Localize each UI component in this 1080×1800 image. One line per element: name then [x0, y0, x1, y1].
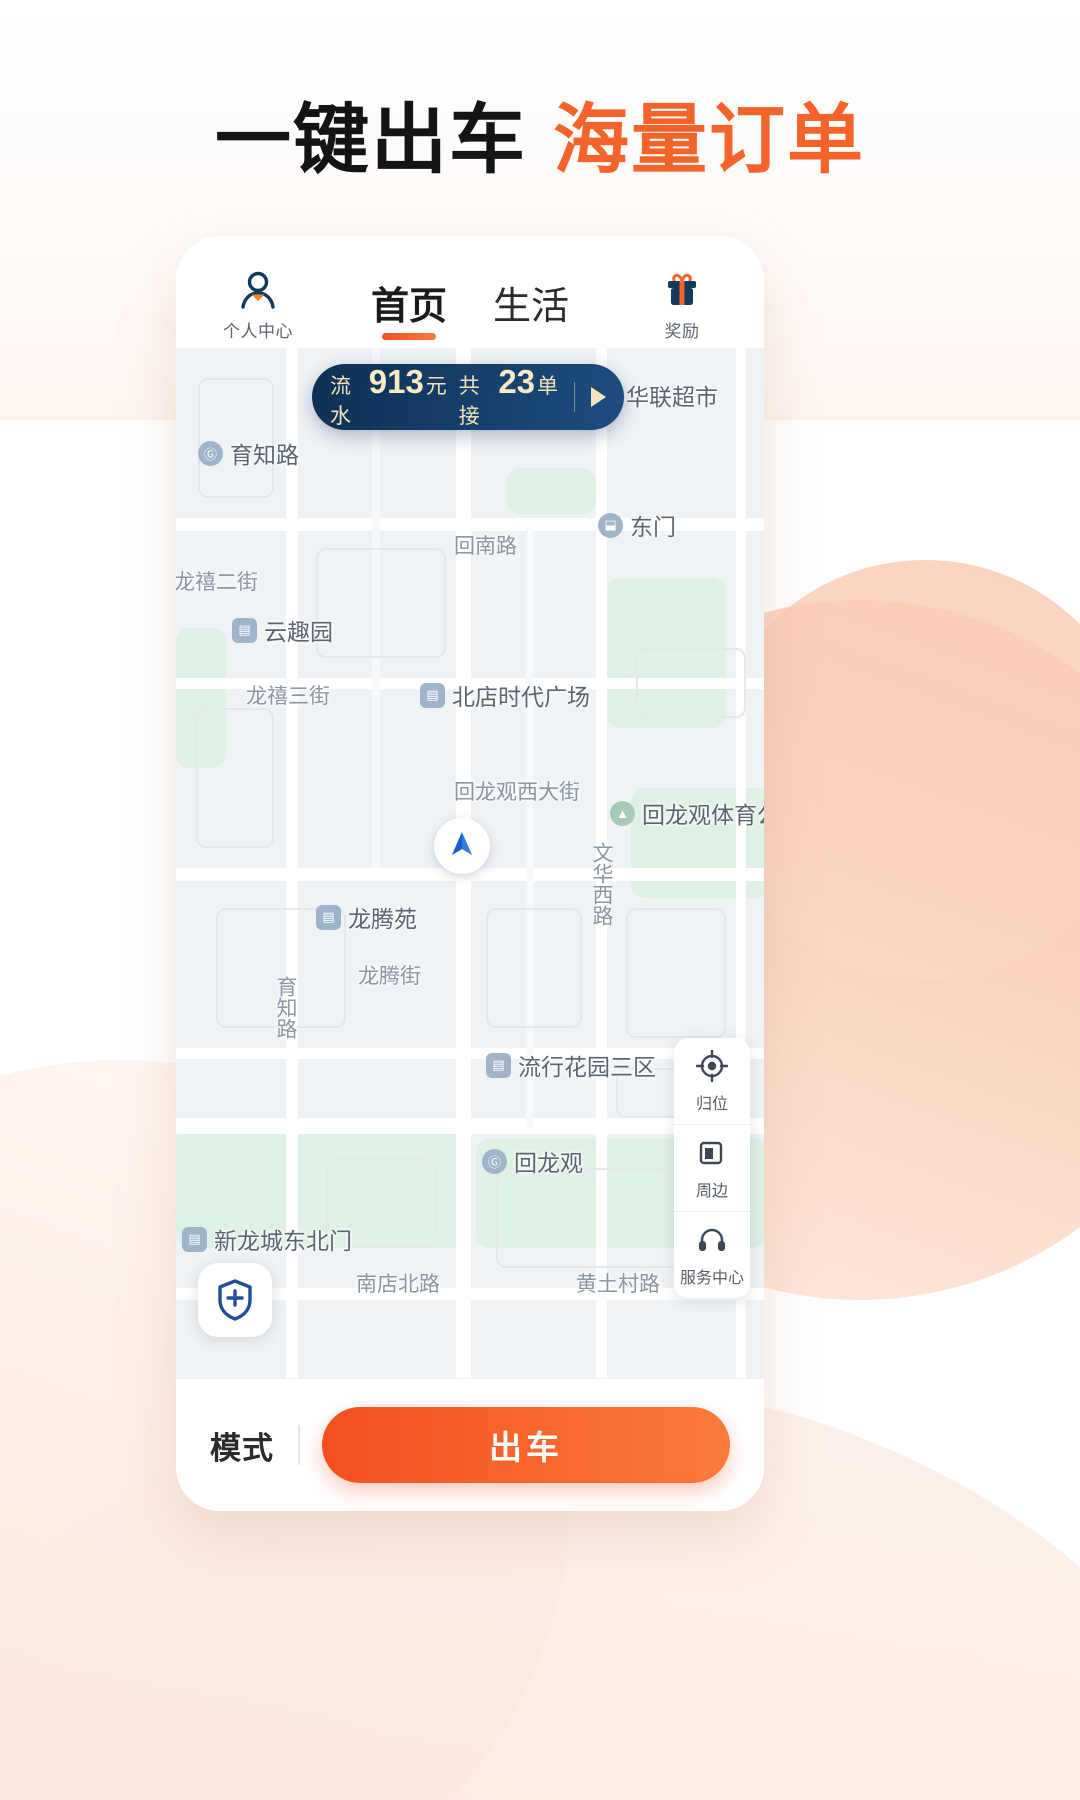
building-icon: ▤	[486, 1052, 511, 1078]
revenue-unit: 元	[425, 374, 447, 398]
poi-label: 新龙城东北门	[214, 1228, 352, 1254]
earnings-banner[interactable]: 流水 913 元 共接 23 单	[312, 364, 624, 430]
orders-label: 共接	[458, 374, 480, 428]
poi-label: 东门	[630, 514, 676, 540]
bottom-divider	[298, 1425, 300, 1465]
poi-yuzhilu[interactable]: Ⓖ 育知路	[198, 436, 299, 470]
park-icon: ▲	[610, 800, 635, 826]
roadname-huinanlu: 回南路	[454, 535, 517, 558]
roadname-yuzhilu-vert: 育知路	[274, 976, 297, 1039]
poi-sportspark[interactable]: ▲ 回龙观体育公	[610, 796, 764, 830]
map-view[interactable]: 流水 913元 共接 23单 ▤ 华联超市 Ⓖ 育知路 ⬓ 东门 ▤ 云趣园 ▤ 北…	[176, 348, 764, 1379]
poi-label: 龙腾苑	[348, 906, 417, 932]
control-nearby-label: 周边	[695, 1183, 728, 1200]
tab-life[interactable]: 生活	[493, 288, 569, 340]
nav-tabs: 首页 生活	[371, 288, 569, 342]
control-service[interactable]: 服务中心	[674, 1211, 750, 1298]
headset-icon	[699, 1228, 725, 1251]
poi-label: 云趣园	[264, 619, 333, 645]
roadname-nandianbei: 南店北路	[356, 1273, 440, 1296]
poi-label: 流行花园三区	[518, 1054, 656, 1080]
mode-button[interactable]: 模式	[210, 1423, 274, 1468]
roadname-wenhuaxi: 文华西路	[590, 842, 613, 926]
headline-primary: 一键出车	[215, 98, 527, 183]
poi-label: 华联超市	[626, 384, 718, 410]
building-icon: ▤	[182, 1226, 207, 1252]
page-title: 一键出车 海量订单	[0, 78, 1080, 188]
locate-icon	[695, 1049, 729, 1083]
poi-label: 回龙观	[514, 1150, 583, 1176]
roadname-longxi2: 龙禧二街	[176, 571, 258, 594]
poi-yunquyuan[interactable]: ▤ 云趣园	[232, 613, 333, 647]
orders-unit: 单	[537, 374, 559, 398]
tab-home[interactable]: 首页	[371, 288, 447, 340]
nav-profile-label: 个人中心	[223, 322, 293, 341]
poi-liuxing[interactable]: ▤ 流行花园三区	[486, 1048, 656, 1082]
orders-value: 23	[498, 362, 536, 400]
phone-mockup: 个人中心 首页 生活 奖励 流水 913 元 共接 23 单 华联超市 Ⓖ 育知…	[176, 236, 764, 1511]
revenue-segment: 流水 913 元	[330, 365, 447, 430]
app-navbar: 个人中心 首页 生活 奖励	[176, 236, 764, 348]
nav-reward[interactable]: 奖励	[626, 271, 738, 342]
poi-xinlongcheng[interactable]: ▤ 新龙城东北门	[182, 1222, 352, 1256]
roadname-longtengjie: 龙腾街	[358, 965, 421, 988]
roadname-longxi3: 龙禧三街	[246, 685, 330, 708]
headline-accent: 海量订单	[553, 98, 865, 183]
poi-label: 北店时代广场	[452, 684, 590, 710]
safety-button[interactable]	[198, 1263, 272, 1337]
subway-icon: Ⓖ	[482, 1148, 507, 1174]
start-driving-button[interactable]: 出车	[322, 1407, 730, 1483]
poi-label: 育知路	[230, 442, 299, 468]
navigation-arrow-icon	[447, 829, 477, 864]
shield-plus-icon	[218, 1279, 252, 1321]
roadname-huangtucun: 黄土村路	[576, 1273, 660, 1296]
orders-segment: 共接 23 单	[459, 365, 558, 430]
banner-divider	[574, 382, 575, 412]
map-controls: 归位 周边 服务中心	[674, 1038, 750, 1298]
control-recenter-label: 归位	[695, 1096, 728, 1113]
gate-icon: ⬓	[598, 512, 623, 538]
poi-longtengyuan[interactable]: ▤ 龙腾苑	[316, 900, 417, 934]
gift-icon	[626, 271, 738, 314]
roadname-huilongguanxi: 回龙观西大街	[454, 781, 580, 804]
control-nearby[interactable]: 周边	[674, 1124, 750, 1211]
building-icon: ▤	[420, 682, 445, 708]
poi-huilongguan[interactable]: Ⓖ 回龙观	[482, 1144, 583, 1178]
bottom-action-bar: 模式 出车	[176, 1379, 764, 1511]
building-icon: ▤	[316, 904, 341, 930]
user-location-puck	[434, 818, 490, 874]
revenue-label: 流水	[330, 374, 351, 428]
poi-beidian[interactable]: ▤ 北店时代广场	[420, 678, 590, 712]
nearby-icon	[699, 1141, 723, 1165]
nav-reward-label: 奖励	[664, 322, 700, 341]
control-service-label: 服务中心	[679, 1270, 744, 1287]
subway-icon: Ⓖ	[198, 440, 223, 466]
control-recenter[interactable]: 归位	[674, 1038, 750, 1124]
person-icon	[202, 271, 314, 314]
poi-label: 回龙观体育公	[642, 802, 764, 828]
nav-profile[interactable]: 个人中心	[202, 271, 314, 342]
revenue-value: 913	[368, 362, 424, 400]
poi-dongmen[interactable]: ⬓ 东门	[598, 508, 676, 542]
building-icon: ▤	[232, 617, 257, 643]
play-arrow-icon[interactable]	[591, 387, 606, 407]
